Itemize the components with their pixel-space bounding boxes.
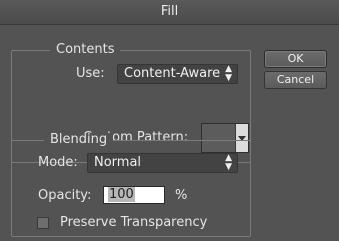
preserve-transparency-checkbox[interactable] <box>37 217 49 229</box>
opacity-label: Opacity: <box>38 188 92 203</box>
preserve-transparency-label[interactable]: Preserve Transparency <box>60 215 207 231</box>
dialog-title: Fill <box>160 4 179 19</box>
use-select-value: Content-Aware <box>124 66 221 81</box>
opacity-input[interactable]: 100 <box>103 186 165 204</box>
cancel-button[interactable]: Cancel <box>264 71 327 89</box>
dialog-title-bar: Fill <box>0 0 339 25</box>
mode-select[interactable]: Normal ▲ ▼ <box>87 153 238 173</box>
updown-arrows-icon: ▲ ▼ <box>225 153 232 172</box>
use-label: Use: <box>76 66 105 81</box>
blending-legend: Blending <box>44 133 114 147</box>
contents-legend: Contents <box>50 43 121 57</box>
mode-select-value: Normal <box>94 155 142 170</box>
opacity-value: 100 <box>108 187 135 202</box>
updown-arrows-icon: ▲ ▼ <box>225 64 232 83</box>
use-select[interactable]: Content-Aware ▲ ▼ <box>117 64 238 84</box>
opacity-unit: % <box>175 188 188 203</box>
mode-label: Mode: <box>38 155 78 170</box>
ok-button[interactable]: OK <box>264 50 327 68</box>
